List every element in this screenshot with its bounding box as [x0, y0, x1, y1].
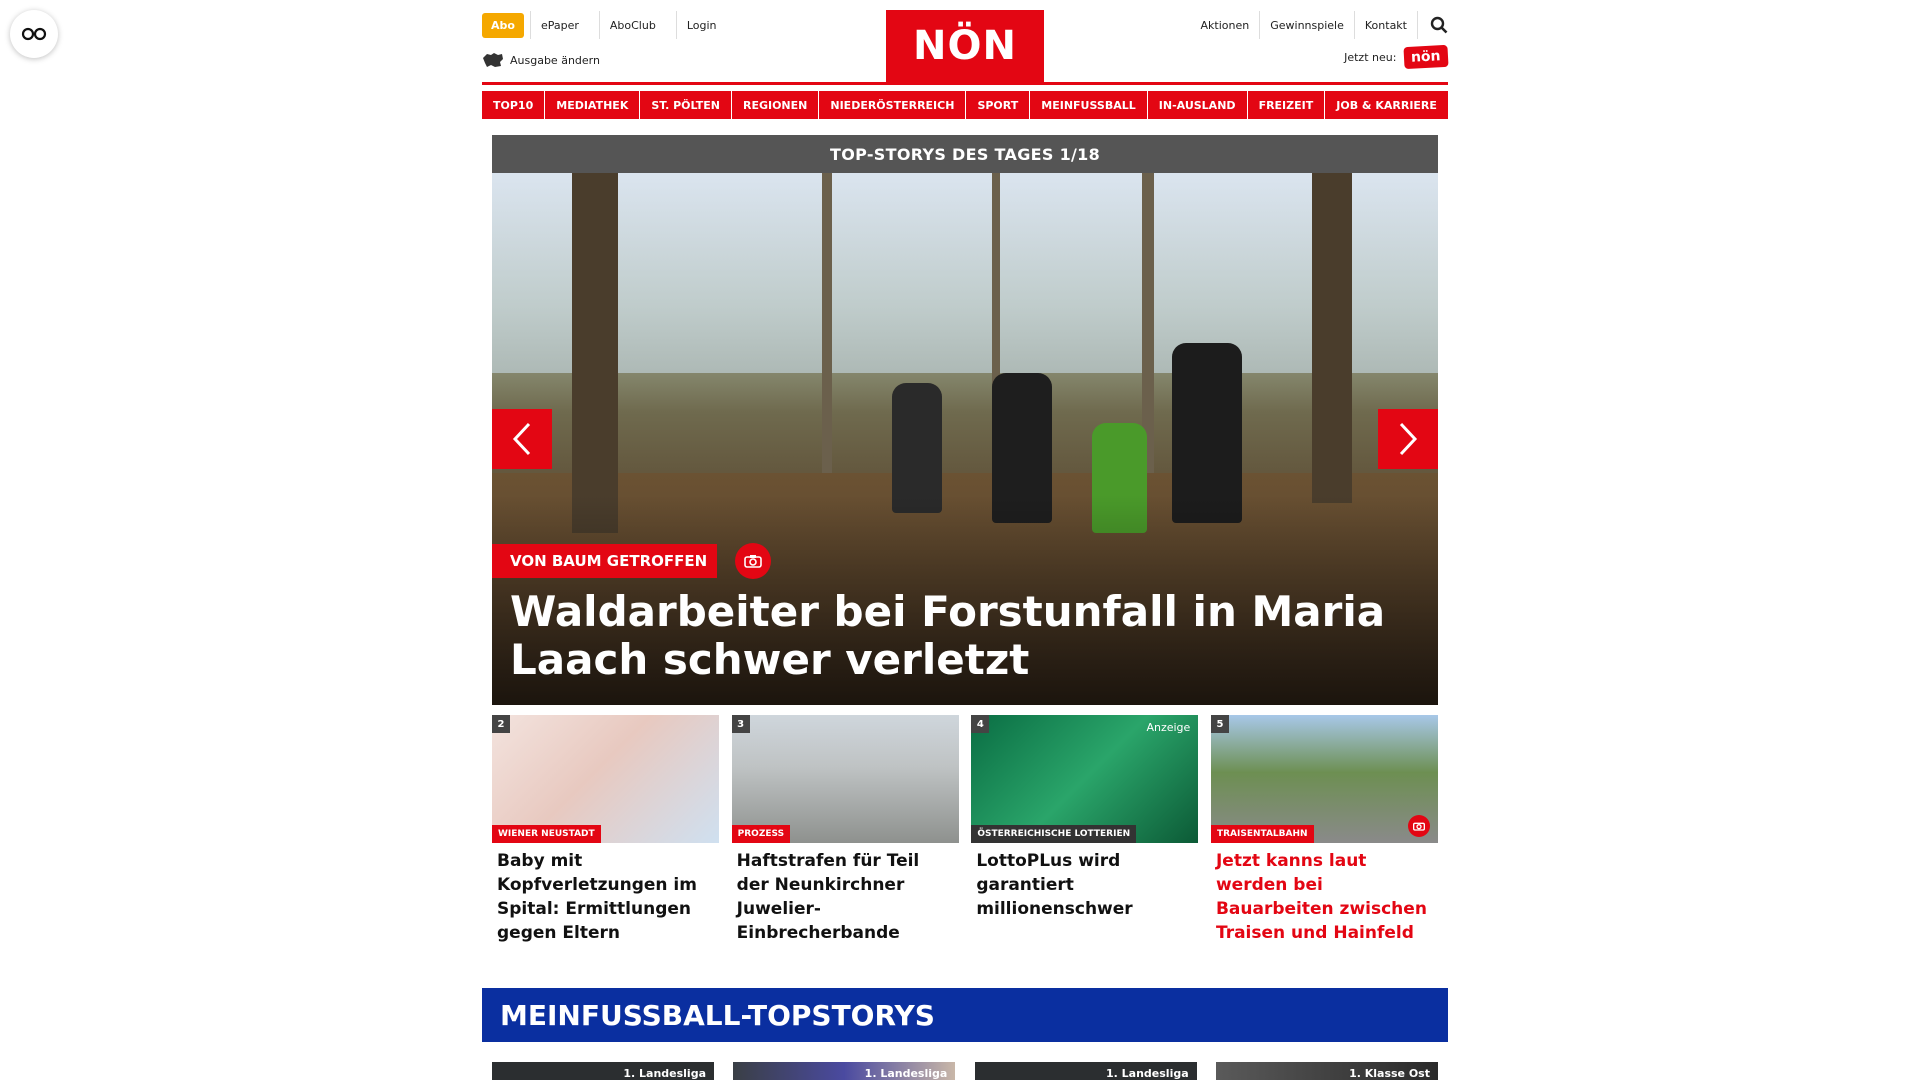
aktionen-link[interactable]: Aktionen	[1191, 11, 1261, 39]
region-map-icon	[483, 53, 503, 67]
camera-icon	[744, 555, 762, 568]
story-number: 4	[971, 715, 990, 733]
nav-st-poelten[interactable]: ST. PÖLTEN	[640, 91, 731, 119]
story-title[interactable]: Jetzt kanns laut werden bei Bauarbeiten …	[1211, 849, 1438, 945]
nav-meinfussball[interactable]: MEINFUSSBALL	[1030, 91, 1147, 119]
story-tag: ÖSTERREICHISCHE LOTTERIEN	[971, 825, 1137, 843]
hero-image-person	[892, 383, 942, 513]
story-card[interactable]: 2 WIENER NEUSTADT Baby mit Kopfverletzun…	[492, 715, 719, 945]
story-title[interactable]: Haftstrafen für Teil der Neunkirchner Ju…	[732, 849, 959, 945]
story-title[interactable]: LottoPLus wird garantiert millionenschwe…	[971, 849, 1198, 921]
abo-button[interactable]: Abo	[482, 12, 524, 38]
nav-sport[interactable]: SPORT	[966, 91, 1030, 119]
meinfussball-list: 1. Landesliga 1. Landesliga 1. Landeslig…	[492, 1062, 1438, 1080]
story-card[interactable]: 4 Anzeige ÖSTERREICHISCHE LOTTERIEN Lott…	[971, 715, 1199, 945]
gallery-badge	[1407, 815, 1430, 837]
jetzt-neu[interactable]: Jetzt neu: nön	[1344, 44, 1449, 70]
story-tag: TRAISENTALBAHN	[1210, 825, 1314, 843]
hero-kicker: VON BAUM GETROFFEN	[492, 544, 718, 578]
story-number: 3	[731, 715, 750, 733]
meinfussball-card[interactable]: 1. Landesliga	[492, 1062, 714, 1080]
story-tag: PROZESS	[731, 825, 791, 843]
jetzt-neu-label: Jetzt neu:	[1344, 50, 1397, 64]
nav-top10[interactable]: TOP10	[482, 91, 545, 119]
nav-mediathek[interactable]: MEDIATHEK	[545, 91, 640, 119]
story-card[interactable]: 3 PROZESS Haftstrafen für Teil der Neunk…	[731, 715, 959, 945]
search-button[interactable]	[1430, 16, 1448, 34]
story-number: 2	[492, 715, 510, 733]
nav-freizeit[interactable]: FREIZEIT	[1247, 91, 1325, 119]
ausgabe-aendern-link[interactable]: Ausgabe ändern	[482, 52, 600, 68]
story-thumbnail: 5 TRAISENTALBAHN	[1210, 715, 1438, 843]
login-link[interactable]: Login	[675, 11, 727, 39]
meinfussball-card[interactable]: 1. Landesliga	[733, 1062, 956, 1080]
nav-in-ausland[interactable]: IN-AUSLAND	[1147, 91, 1247, 119]
top-stories-heading: TOP-STORYS DES TAGES 1/18	[492, 135, 1438, 173]
league-label: 1. Landesliga	[864, 1067, 948, 1080]
page-container: Abo ePaper AboClub Login Ausgabe ändern …	[482, 0, 1449, 1080]
hero-title[interactable]: Waldarbeiter bei Forstunfall in Maria La…	[510, 588, 1420, 684]
header-right-links: Aktionen Gewinnspiele Kontakt	[1191, 11, 1448, 39]
hero-image-tree	[572, 173, 618, 533]
gallery-badge	[735, 543, 772, 579]
story-number: 5	[1210, 715, 1229, 733]
slider-next-button[interactable]	[1378, 409, 1438, 469]
gewinnspiele-link[interactable]: Gewinnspiele	[1260, 11, 1355, 39]
hero-kicker-row: VON BAUM GETROFFEN	[492, 543, 772, 579]
reader-mode-button[interactable]	[10, 10, 58, 58]
header: Abo ePaper AboClub Login Ausgabe ändern …	[482, 0, 1449, 82]
story-tag: WIENER NEUSTADT	[492, 825, 601, 843]
meinfussball-card[interactable]: 1. Landesliga	[974, 1062, 1197, 1080]
story-list: 2 WIENER NEUSTADT Baby mit Kopfverletzun…	[492, 715, 1438, 945]
slider-prev-button[interactable]	[492, 409, 552, 469]
epaper-link[interactable]: ePaper	[529, 11, 589, 39]
story-title[interactable]: Baby mit Kopfverletzungen im Spital: Erm…	[492, 849, 719, 945]
hero-image-sky	[492, 173, 1438, 373]
camera-icon	[1412, 822, 1425, 831]
league-label: 1. Klasse Ost	[1349, 1067, 1430, 1080]
story-thumbnail: 2 WIENER NEUSTADT	[492, 715, 719, 843]
nav-regionen[interactable]: REGIONEN	[731, 91, 819, 119]
meinfussball-card[interactable]: 1. Klasse Ost	[1215, 1062, 1438, 1080]
nav-niederoesterreich[interactable]: NIEDERÖSTERREICH	[819, 91, 966, 119]
noen-logo[interactable]: NÖN	[886, 10, 1044, 82]
story-card[interactable]: 5 TRAISENTALBAHN Jetzt kanns laut werden…	[1210, 715, 1438, 945]
story-thumbnail: 3 PROZESS	[731, 715, 959, 843]
header-divider	[482, 82, 1448, 85]
main-nav: TOP10 MEDIATHEK ST. PÖLTEN REGIONEN NIED…	[482, 91, 1448, 119]
chevron-left-icon	[512, 422, 531, 456]
league-label: 1. Landesliga	[1106, 1067, 1189, 1080]
kontakt-link[interactable]: Kontakt	[1355, 11, 1418, 39]
kleine-noen-logo: nön	[1403, 44, 1449, 70]
meinfussball-heading[interactable]: MEINFUSSBALL-TOPSTORYS	[482, 988, 1448, 1042]
header-left-links: Abo ePaper AboClub Login	[482, 11, 727, 39]
anzeige-label: Anzeige	[1146, 721, 1191, 734]
league-label: 1. Landesliga	[623, 1067, 706, 1080]
story-thumbnail: 4 Anzeige ÖSTERREICHISCHE LOTTERIEN	[971, 715, 1199, 843]
glasses-icon	[21, 27, 47, 41]
hero-story[interactable]: VON BAUM GETROFFEN Waldarbeiter bei Fors…	[492, 173, 1438, 705]
search-icon	[1430, 16, 1448, 34]
ausgabe-label: Ausgabe ändern	[510, 53, 600, 67]
hero-image-tree	[822, 173, 832, 473]
hero-image-tree	[1312, 173, 1352, 503]
aboclub-link[interactable]: AboClub	[598, 11, 666, 39]
chevron-right-icon	[1399, 422, 1418, 456]
nav-job-karriere[interactable]: JOB & KARRIERE	[1325, 91, 1448, 119]
